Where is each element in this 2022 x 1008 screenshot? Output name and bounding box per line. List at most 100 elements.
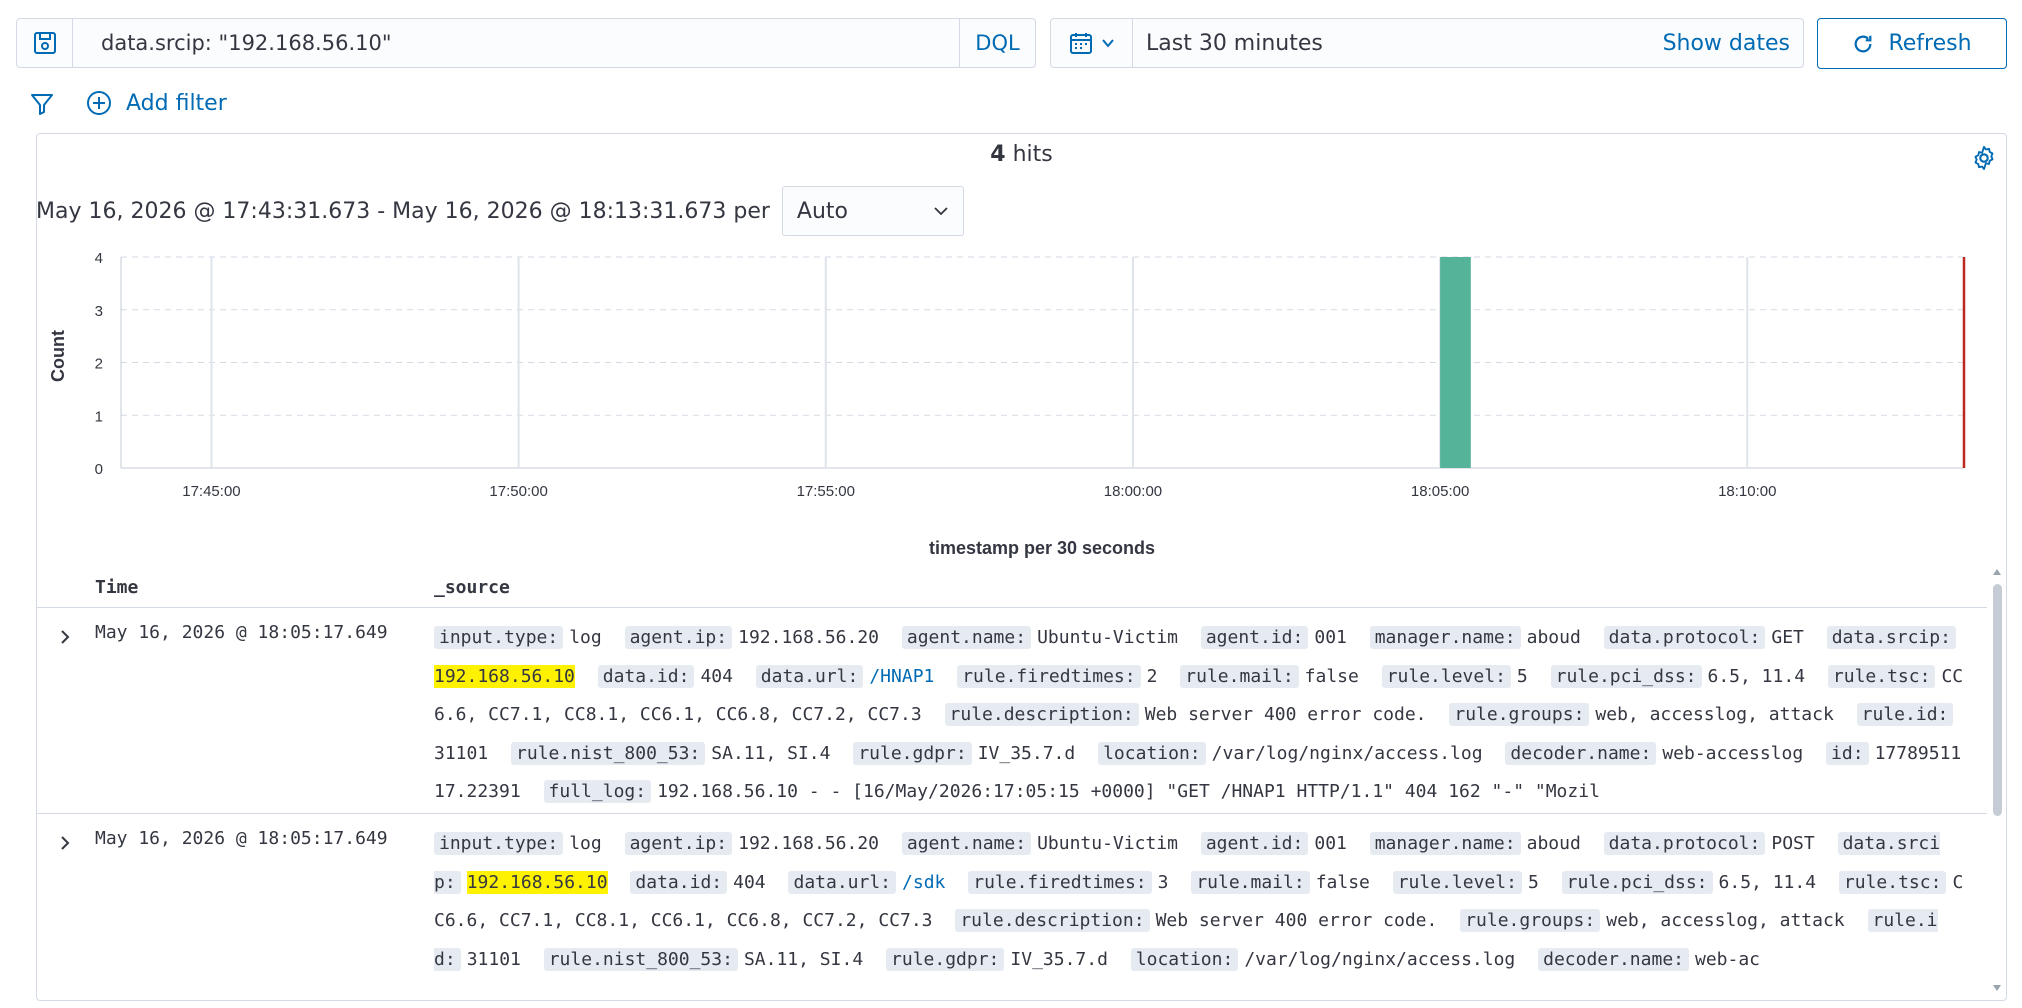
field-value: 192.168.56.20 [738,627,880,648]
saved-query-button[interactable] [17,19,73,67]
y-tick-label: 0 [95,461,103,478]
show-dates-button[interactable]: Show dates [1663,31,1803,56]
scroll-up-arrow[interactable] [1991,566,2003,578]
field-key: rule.id: [1856,703,1954,726]
field-value: aboud [1526,833,1581,854]
field-key: rule.firedtimes: [968,870,1152,894]
field-value: 192.168.56.10 [434,664,575,688]
x-tick-label: 18:00:00 [1104,483,1162,500]
x-tick-label: 17:50:00 [489,483,547,500]
field-value: SA.11, SI.4 [711,742,831,764]
row-time: May 16, 2026 @ 18:05:17.649 [95,622,388,643]
filter-icon[interactable] [30,92,54,120]
field-key: rule.pci_dss: [1561,870,1713,894]
quick-menu-button[interactable] [1051,19,1133,67]
field-key: manager.name: [1369,832,1521,855]
column-header-source[interactable]: _source [434,577,510,598]
field-key: rule.description: [955,909,1150,932]
field-value: web-ac [1695,948,1761,970]
field-value: POST [1771,833,1815,854]
field-value: 2 [1146,665,1158,687]
field-value: 31101 [434,742,489,764]
column-header-time[interactable]: Time [95,577,138,598]
field-key: rule.gdpr: [886,947,1005,971]
histogram-bar[interactable] [1440,257,1471,468]
save-icon [33,32,56,54]
field-value: 3 [1157,871,1169,893]
field-value: /var/log/nginx/access.log [1244,948,1516,970]
y-tick-label: 3 [95,303,103,320]
field-value: 5 [1527,871,1539,893]
field-key: rule.nist_800_53: [511,741,706,765]
chart-options-button[interactable] [1970,144,1998,176]
query-language-toggle[interactable]: DQL [959,19,1035,67]
field-key: decoder.name: [1538,947,1689,971]
field-key: rule.description: [944,703,1139,726]
refresh-button[interactable]: Refresh [1817,18,2007,69]
field-key: rule.pci_dss: [1550,664,1702,688]
field-value: 5 [1516,665,1528,687]
field-value: SA.11, SI.4 [743,948,864,970]
discover-panel: 4 hits May 16, 2026 @ 17:43:31.673 - May… [36,133,2007,1001]
field-key: agent.id: [1200,626,1309,649]
table-scrollbar[interactable] [1991,566,2003,994]
y-tick-label: 2 [95,356,103,373]
expand-row-button[interactable] [51,829,79,857]
field-value: 192.168.56.10 [466,870,608,894]
scroll-down-arrow[interactable] [1991,982,2003,994]
x-tick-label: 18:10:00 [1718,483,1776,500]
field-key: rule.firedtimes: [957,664,1141,688]
field-key: agent.name: [901,832,1032,855]
field-value: aboud [1526,627,1581,648]
field-key: data.srcip: [1826,626,1956,649]
date-range-label[interactable]: Last 30 minutes [1133,31,1663,56]
field-value: 192.168.56.10 - - [16/May/2026:17:05:15 … [657,781,1600,802]
gear-icon [1974,145,1994,171]
y-axis-label: Count [48,330,68,382]
chevron-right-icon [61,836,70,850]
field-value: 001 [1314,833,1347,854]
field-key: decoder.name: [1505,741,1657,765]
field-value: 404 [700,665,733,687]
field-value: GET [1771,627,1804,648]
refresh-label: Refresh [1888,31,1972,56]
x-axis-label: timestamp per 30 seconds [929,538,1155,558]
field-key: rule.level: [1392,870,1522,894]
field-key: data.protocol: [1603,832,1766,855]
field-key: manager.name: [1369,626,1521,649]
table-row: May 16, 2026 @ 18:05:17.649 input.type: l… [37,609,1987,814]
interval-select[interactable]: Auto [781,186,964,236]
field-key: rule.mail: [1191,870,1310,894]
hits-number: 4 [990,142,1006,167]
field-value: log [569,833,602,854]
add-filter-button[interactable]: Add filter [86,90,227,116]
field-key: data.id: [597,664,695,688]
field-value: log [569,627,602,648]
field-key: rule.gdpr: [853,741,972,765]
expand-row-button[interactable] [51,623,79,651]
field-key: data.url: [755,664,864,688]
field-value-link[interactable]: /HNAP1 [869,666,934,687]
y-tick-label: 1 [95,408,103,425]
x-tick-label: 17:45:00 [182,483,240,500]
field-value: IV_35.7.d [1010,948,1108,970]
field-key: rule.level: [1381,664,1511,688]
row-source: input.type: log agent.ip: 192.168.56.20 ag… [434,619,1969,812]
field-key: rule.tsc: [1838,870,1947,894]
field-value: 001 [1314,627,1347,648]
row-time: May 16, 2026 @ 18:05:17.649 [95,828,388,849]
field-value: web, accesslog, attack [1595,704,1834,725]
field-value: IV_35.7.d [977,742,1076,764]
field-key: rule.tsc: [1827,664,1936,688]
row-source: input.type: log agent.ip: 192.168.56.20 ag… [434,825,1969,979]
field-key: location: [1130,947,1239,971]
field-value: web, accesslog, attack [1606,910,1845,931]
field-key: rule.mail: [1180,664,1299,688]
query-input[interactable] [73,19,959,67]
field-key: rule.groups: [1460,909,1601,932]
scrollbar-thumb[interactable] [1993,584,2002,816]
field-key: agent.ip: [624,626,733,649]
field-value-link[interactable]: /sdk [902,872,945,893]
field-value: false [1315,871,1370,893]
plus-circle-icon [87,91,111,115]
